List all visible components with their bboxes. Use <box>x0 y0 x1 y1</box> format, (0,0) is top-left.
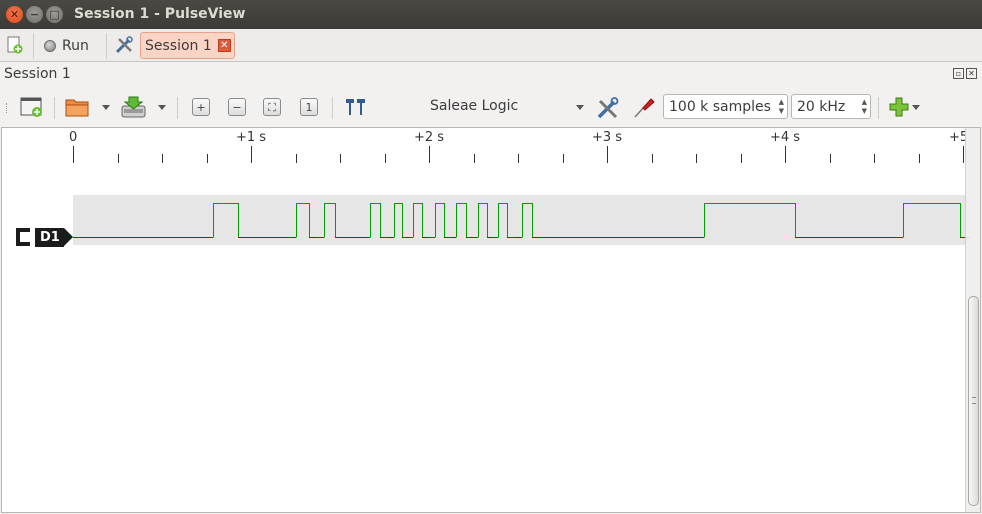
ruler-label-4: +4 s <box>770 130 801 145</box>
ruler-label-3: +3 s <box>592 130 623 145</box>
signal-header-pane <box>2 128 73 512</box>
new-session-button[interactable] <box>5 35 25 55</box>
show-cursors-button[interactable] <box>344 97 368 121</box>
probe-icon <box>634 98 655 118</box>
settings-button[interactable] <box>114 35 134 55</box>
toolbar-separator <box>54 97 55 119</box>
trace-high-pulse <box>213 203 239 238</box>
tools-icon <box>115 36 133 54</box>
save-dropdown-arrow-icon[interactable] <box>158 105 166 110</box>
add-plus-icon <box>889 97 909 117</box>
zoom-fit-icon: ⛶ <box>263 98 281 116</box>
zoom-out-button[interactable]: − <box>228 98 246 116</box>
new-view-button[interactable] <box>20 96 44 122</box>
channel-handle-icon[interactable] <box>16 228 30 246</box>
device-config-button[interactable] <box>596 96 620 124</box>
run-icon <box>44 40 56 52</box>
toolbar-separator <box>106 33 107 59</box>
zoom-one-to-one-button[interactable]: 1 <box>300 98 318 116</box>
zoom-fit-button[interactable]: ⛶ <box>263 98 281 116</box>
channels-probe-button[interactable] <box>632 96 656 124</box>
run-label: Run <box>62 38 89 54</box>
trace-high-pulse <box>478 203 488 238</box>
save-download-icon <box>121 96 146 118</box>
zoom-out-icon: − <box>228 98 246 116</box>
scrollbar-thumb[interactable] <box>968 296 979 506</box>
dock-buttons: ▫ ✕ <box>953 68 977 79</box>
trace-high-pulse <box>324 203 336 238</box>
channel-d1-name: D1 <box>35 227 73 247</box>
window-maximize-button[interactable]: □ <box>46 6 63 23</box>
open-button[interactable] <box>65 96 91 122</box>
folder-open-icon <box>65 99 89 117</box>
spinbox-arrows-icon[interactable]: ▲ ▼ <box>779 98 784 116</box>
toolbar-separator <box>177 97 178 119</box>
main-toolbar: Run Session 1 ✕ <box>0 29 982 62</box>
run-button[interactable]: Run <box>44 36 89 56</box>
sample-count-value: 100 k samples <box>669 98 771 115</box>
open-dropdown-arrow-icon[interactable] <box>102 105 110 110</box>
trace-high-pulse <box>296 203 310 238</box>
tab-session-1[interactable]: Session 1 ✕ <box>140 32 235 59</box>
save-button[interactable] <box>121 96 147 122</box>
dock-float-icon[interactable]: ▫ <box>953 68 964 79</box>
trace-high-pulse <box>456 203 467 238</box>
trace-high-pulse <box>522 203 533 238</box>
scrollbar-grip-icon <box>972 397 976 404</box>
trace-high-pulse <box>903 203 961 238</box>
sample-count-spinbox[interactable]: 100 k samples ▲ ▼ <box>663 94 788 119</box>
toolbar-separator <box>332 97 333 119</box>
zoom-original-icon: 1 <box>300 98 318 116</box>
toolbar-separator <box>878 97 879 119</box>
window-titlebar: ✕ − □ Session 1 - PulseView <box>0 0 982 29</box>
add-decoder-button[interactable] <box>888 96 910 122</box>
ruler-label-1: +1 s <box>236 130 267 145</box>
samplerate-value: 20 kHz <box>797 98 846 115</box>
toolbar-grip[interactable] <box>6 103 9 113</box>
channel-d1-label[interactable]: D1 <box>16 227 73 247</box>
device-dropdown-arrow-icon[interactable] <box>576 105 584 110</box>
samplerate-spinbox[interactable]: 20 kHz ▲ ▼ <box>791 94 871 119</box>
channel-d1-trace[interactable] <box>73 194 965 254</box>
session-tab-label: Session 1 <box>145 37 212 54</box>
spinbox-arrows-icon[interactable]: ▲ ▼ <box>862 98 867 116</box>
zoom-in-icon: + <box>192 98 210 116</box>
cursors-icon <box>346 99 365 115</box>
new-view-icon <box>20 97 42 117</box>
trace-viewport[interactable]: 0 +1 s +2 s +3 s +4 s +5 D1 <box>1 127 981 513</box>
time-ruler[interactable]: 0 +1 s +2 s +3 s +4 s +5 <box>69 128 968 164</box>
trace-high-pulse <box>394 203 403 238</box>
device-selector[interactable]: Saleae Logic <box>430 98 518 114</box>
session-toolbar: + − ⛶ 1 Saleae Logic 100 k samples ▲ ▼ 2… <box>0 88 982 126</box>
zoom-in-button[interactable]: + <box>192 98 210 116</box>
vertical-scrollbar[interactable] <box>965 128 980 512</box>
ruler-ticks <box>73 146 964 163</box>
window-close-button[interactable]: ✕ <box>6 6 23 23</box>
new-session-icon <box>7 36 23 54</box>
trace-high-pulse <box>413 203 423 238</box>
trace-high-pulse <box>435 203 445 238</box>
tab-close-icon[interactable]: ✕ <box>217 39 231 52</box>
dock-title: Session 1 <box>4 66 71 82</box>
dock-close-icon[interactable]: ✕ <box>966 68 977 79</box>
ruler-label-0: 0 <box>69 130 78 145</box>
device-tools-icon <box>597 97 619 119</box>
window-minimize-button[interactable]: − <box>26 6 43 23</box>
trace-high-pulse <box>704 203 796 238</box>
add-dropdown-arrow-icon[interactable] <box>912 105 920 110</box>
toolbar-separator <box>33 33 34 59</box>
trace-high-pulse <box>498 203 508 238</box>
trace-high-pulse <box>370 203 381 238</box>
window-title: Session 1 - PulseView <box>74 6 246 22</box>
ruler-label-2: +2 s <box>414 130 445 145</box>
